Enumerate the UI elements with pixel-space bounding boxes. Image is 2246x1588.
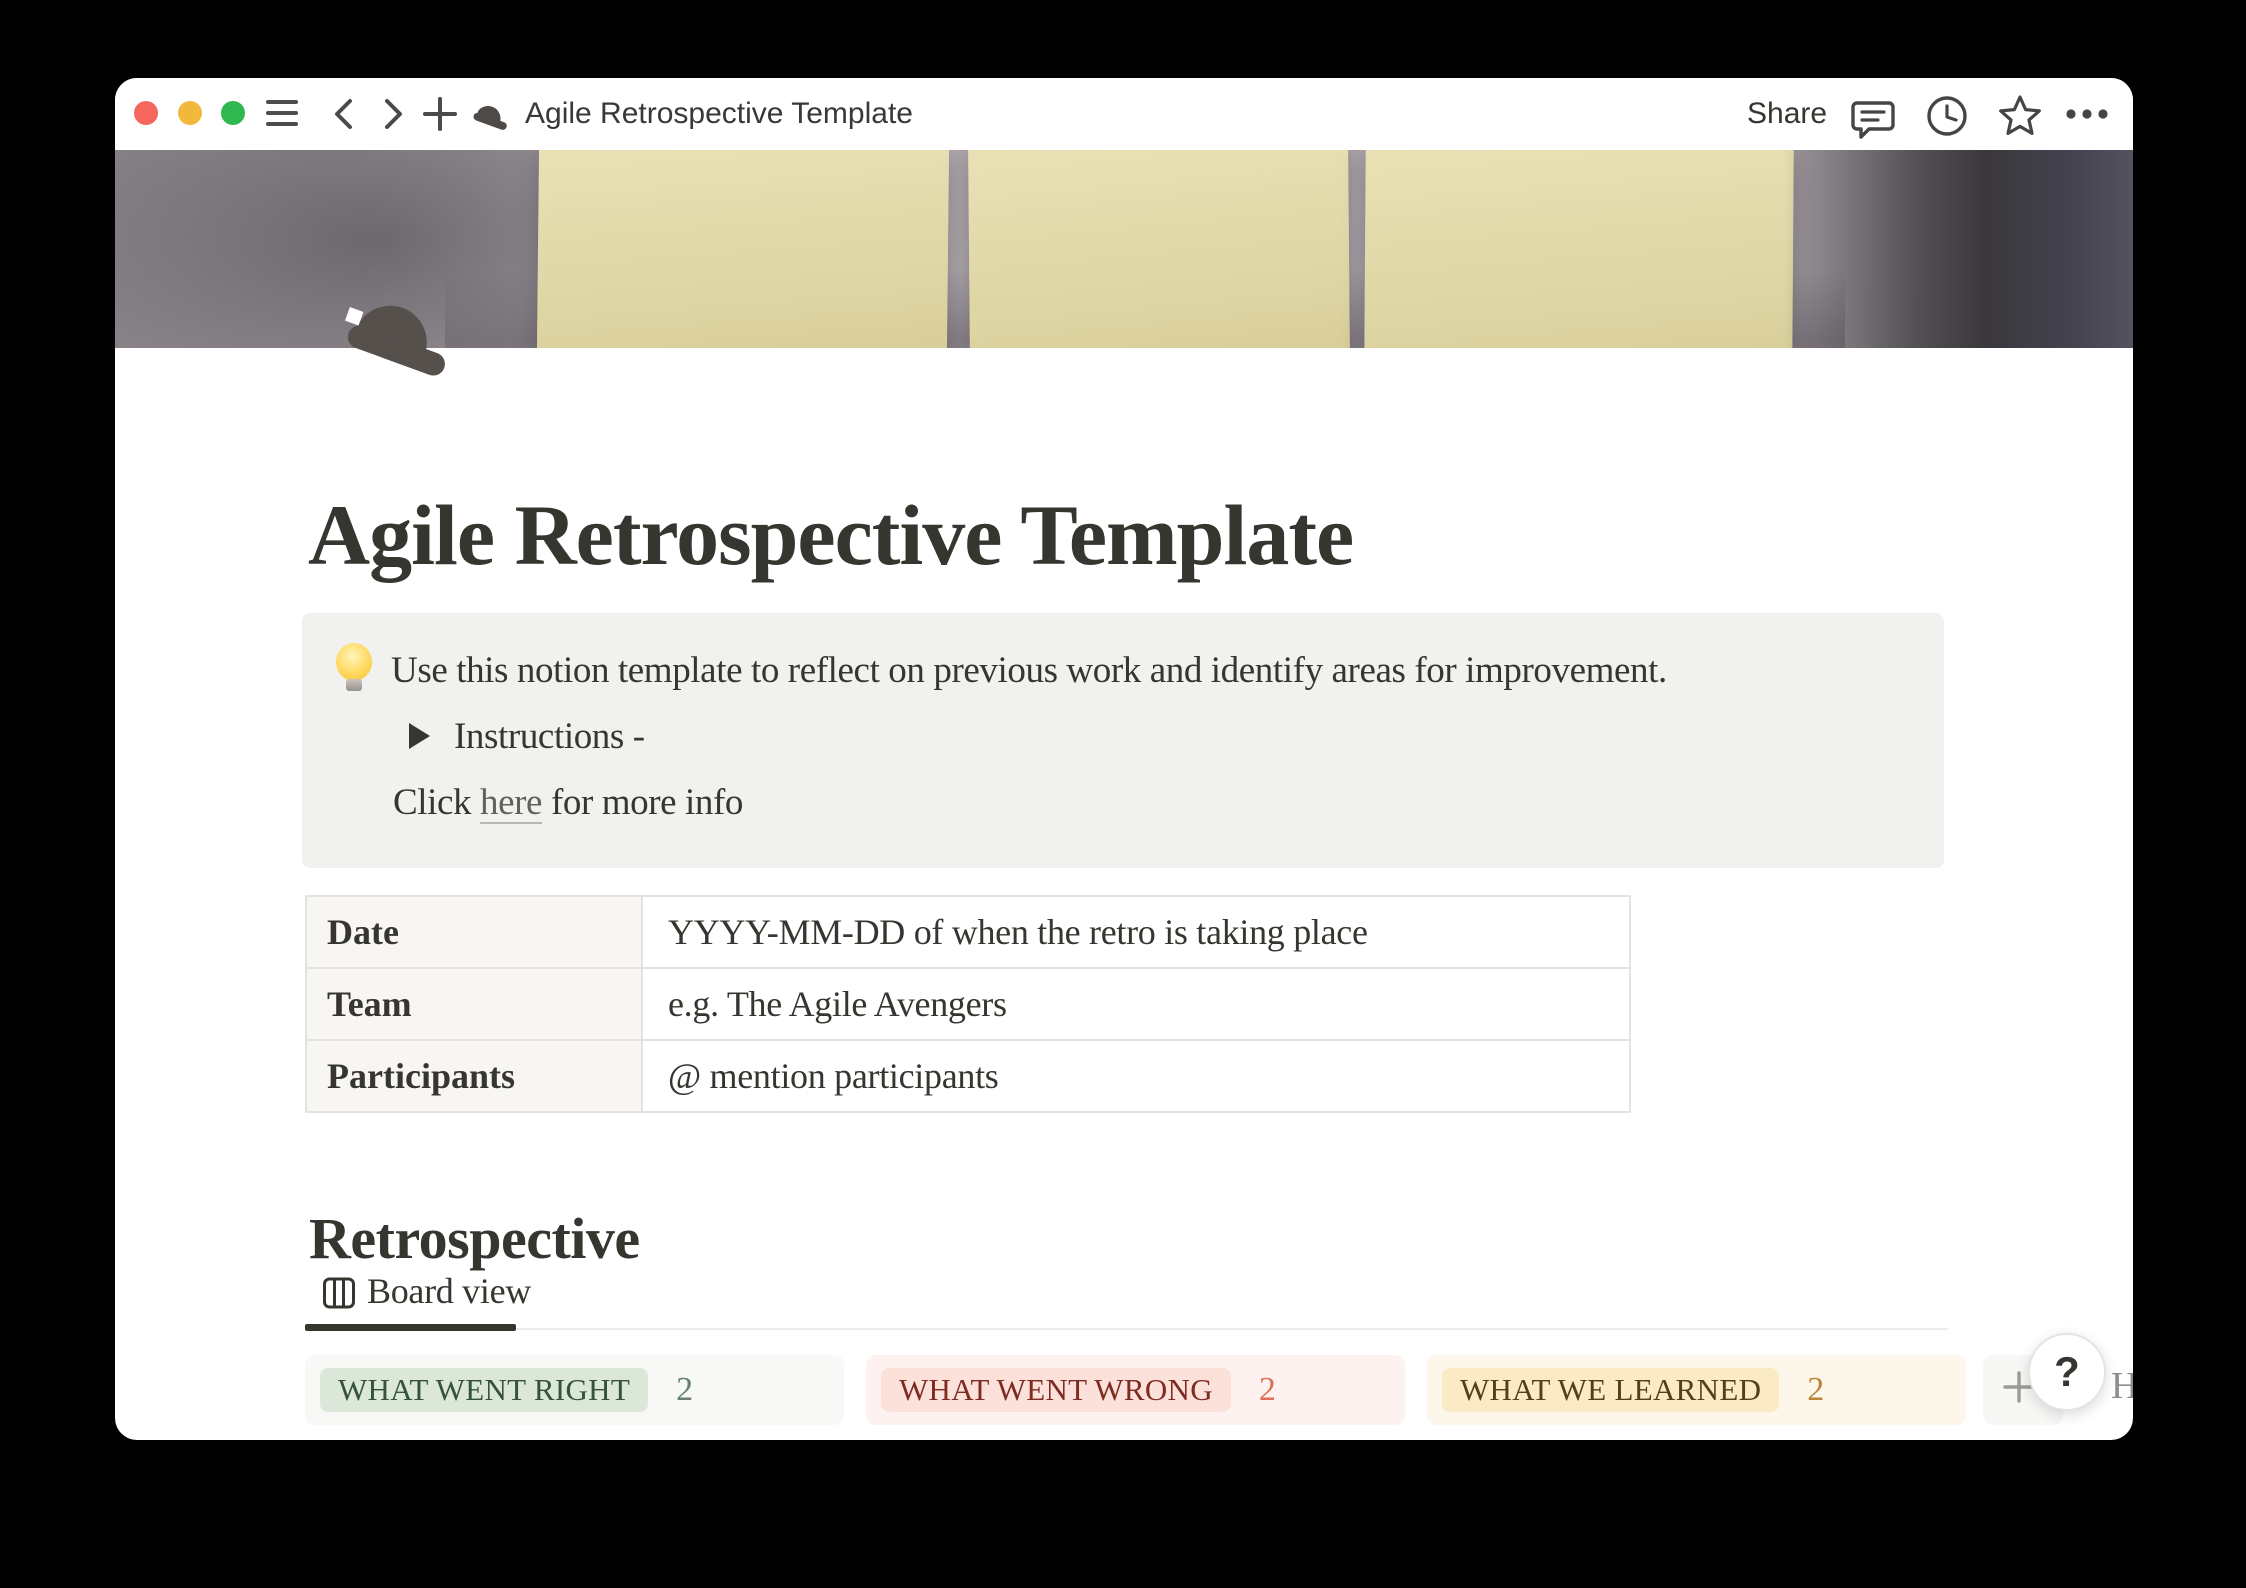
comment-icon[interactable] (1851, 95, 1895, 139)
close-window-button[interactable] (134, 101, 158, 125)
updates-clock-icon[interactable] (1925, 94, 1969, 138)
board-group-what-we-learned[interactable]: WHAT WE LEARNED 2 (1427, 1355, 1966, 1425)
info-line: Click here for more info (393, 781, 743, 824)
section-heading: Retrospective (309, 1205, 640, 1272)
property-value-participants[interactable]: @ mention participants (643, 1041, 1629, 1111)
minimize-window-button[interactable] (178, 101, 202, 125)
property-value-date[interactable]: YYYY-MM-DD of when the retro is taking p… (643, 897, 1629, 967)
group-count: 2 (1807, 1371, 1824, 1409)
notion-window: Agile Retrospective Template Share (115, 78, 2133, 1440)
desktop-background: Agile Retrospective Template Share (0, 0, 2246, 1588)
property-label-date: Date (307, 897, 643, 967)
favorite-star-icon[interactable] (1997, 93, 2043, 139)
property-value-team[interactable]: e.g. The Agile Avengers (643, 969, 1629, 1039)
board-view-icon (322, 1276, 356, 1310)
forward-icon[interactable] (378, 96, 408, 132)
properties-table: Date YYYY-MM-DD of when the retro is tak… (305, 895, 1631, 1113)
sticky-note (968, 150, 1350, 348)
clipped-text: H (2111, 1364, 2133, 1408)
property-label-participants: Participants (307, 1041, 643, 1111)
titlebar-document-title: Agile Retrospective Template (525, 78, 913, 150)
back-icon[interactable] (329, 96, 359, 132)
sidebar-menu-icon[interactable] (266, 100, 298, 128)
share-button[interactable]: Share (1747, 78, 1827, 150)
group-count: 2 (1259, 1371, 1276, 1409)
callout-block: Use this notion template to reflect on p… (302, 613, 1944, 868)
callout-text: Use this notion template to reflect on p… (391, 649, 1667, 692)
lightbulb-icon (334, 643, 374, 695)
sticky-note (537, 150, 949, 348)
group-count: 2 (676, 1371, 693, 1409)
active-tab-underline (305, 1324, 516, 1331)
tab-board-view[interactable]: Board view (367, 1270, 531, 1312)
view-tabs-divider (305, 1328, 1948, 1330)
new-tab-icon[interactable] (422, 96, 458, 132)
cap-mini-icon (467, 98, 513, 132)
instructions-toggle[interactable]: Instructions - (454, 715, 645, 758)
table-row: Team e.g. The Agile Avengers (307, 969, 1629, 1041)
zoom-window-button[interactable] (221, 101, 245, 125)
help-button[interactable]: ? (2028, 1333, 2106, 1411)
cover-dark-edge (1783, 150, 2133, 348)
group-tag-pill[interactable]: WHAT WE LEARNED (1442, 1368, 1779, 1412)
more-icon[interactable] (2065, 108, 2109, 120)
board-group-what-went-right[interactable]: WHAT WENT RIGHT 2 (305, 1355, 844, 1425)
page-title[interactable]: Agile Retrospective Template (308, 482, 1808, 590)
group-tag-pill[interactable]: WHAT WENT WRONG (881, 1368, 1231, 1412)
here-link[interactable]: here (480, 782, 542, 823)
toggle-triangle-icon[interactable] (409, 723, 430, 749)
property-label-team: Team (307, 969, 643, 1039)
sticky-note (1364, 150, 1794, 348)
table-row: Date YYYY-MM-DD of when the retro is tak… (307, 897, 1629, 969)
window-titlebar: Agile Retrospective Template Share (115, 78, 2133, 150)
table-row: Participants @ mention participants (307, 1041, 1629, 1113)
board-group-what-went-wrong[interactable]: WHAT WENT WRONG 2 (866, 1355, 1405, 1425)
info-suffix: for more info (542, 782, 743, 823)
group-tag-pill[interactable]: WHAT WENT RIGHT (320, 1368, 648, 1412)
cap-page-icon[interactable] (328, 284, 464, 380)
info-prefix: Click (393, 782, 480, 823)
